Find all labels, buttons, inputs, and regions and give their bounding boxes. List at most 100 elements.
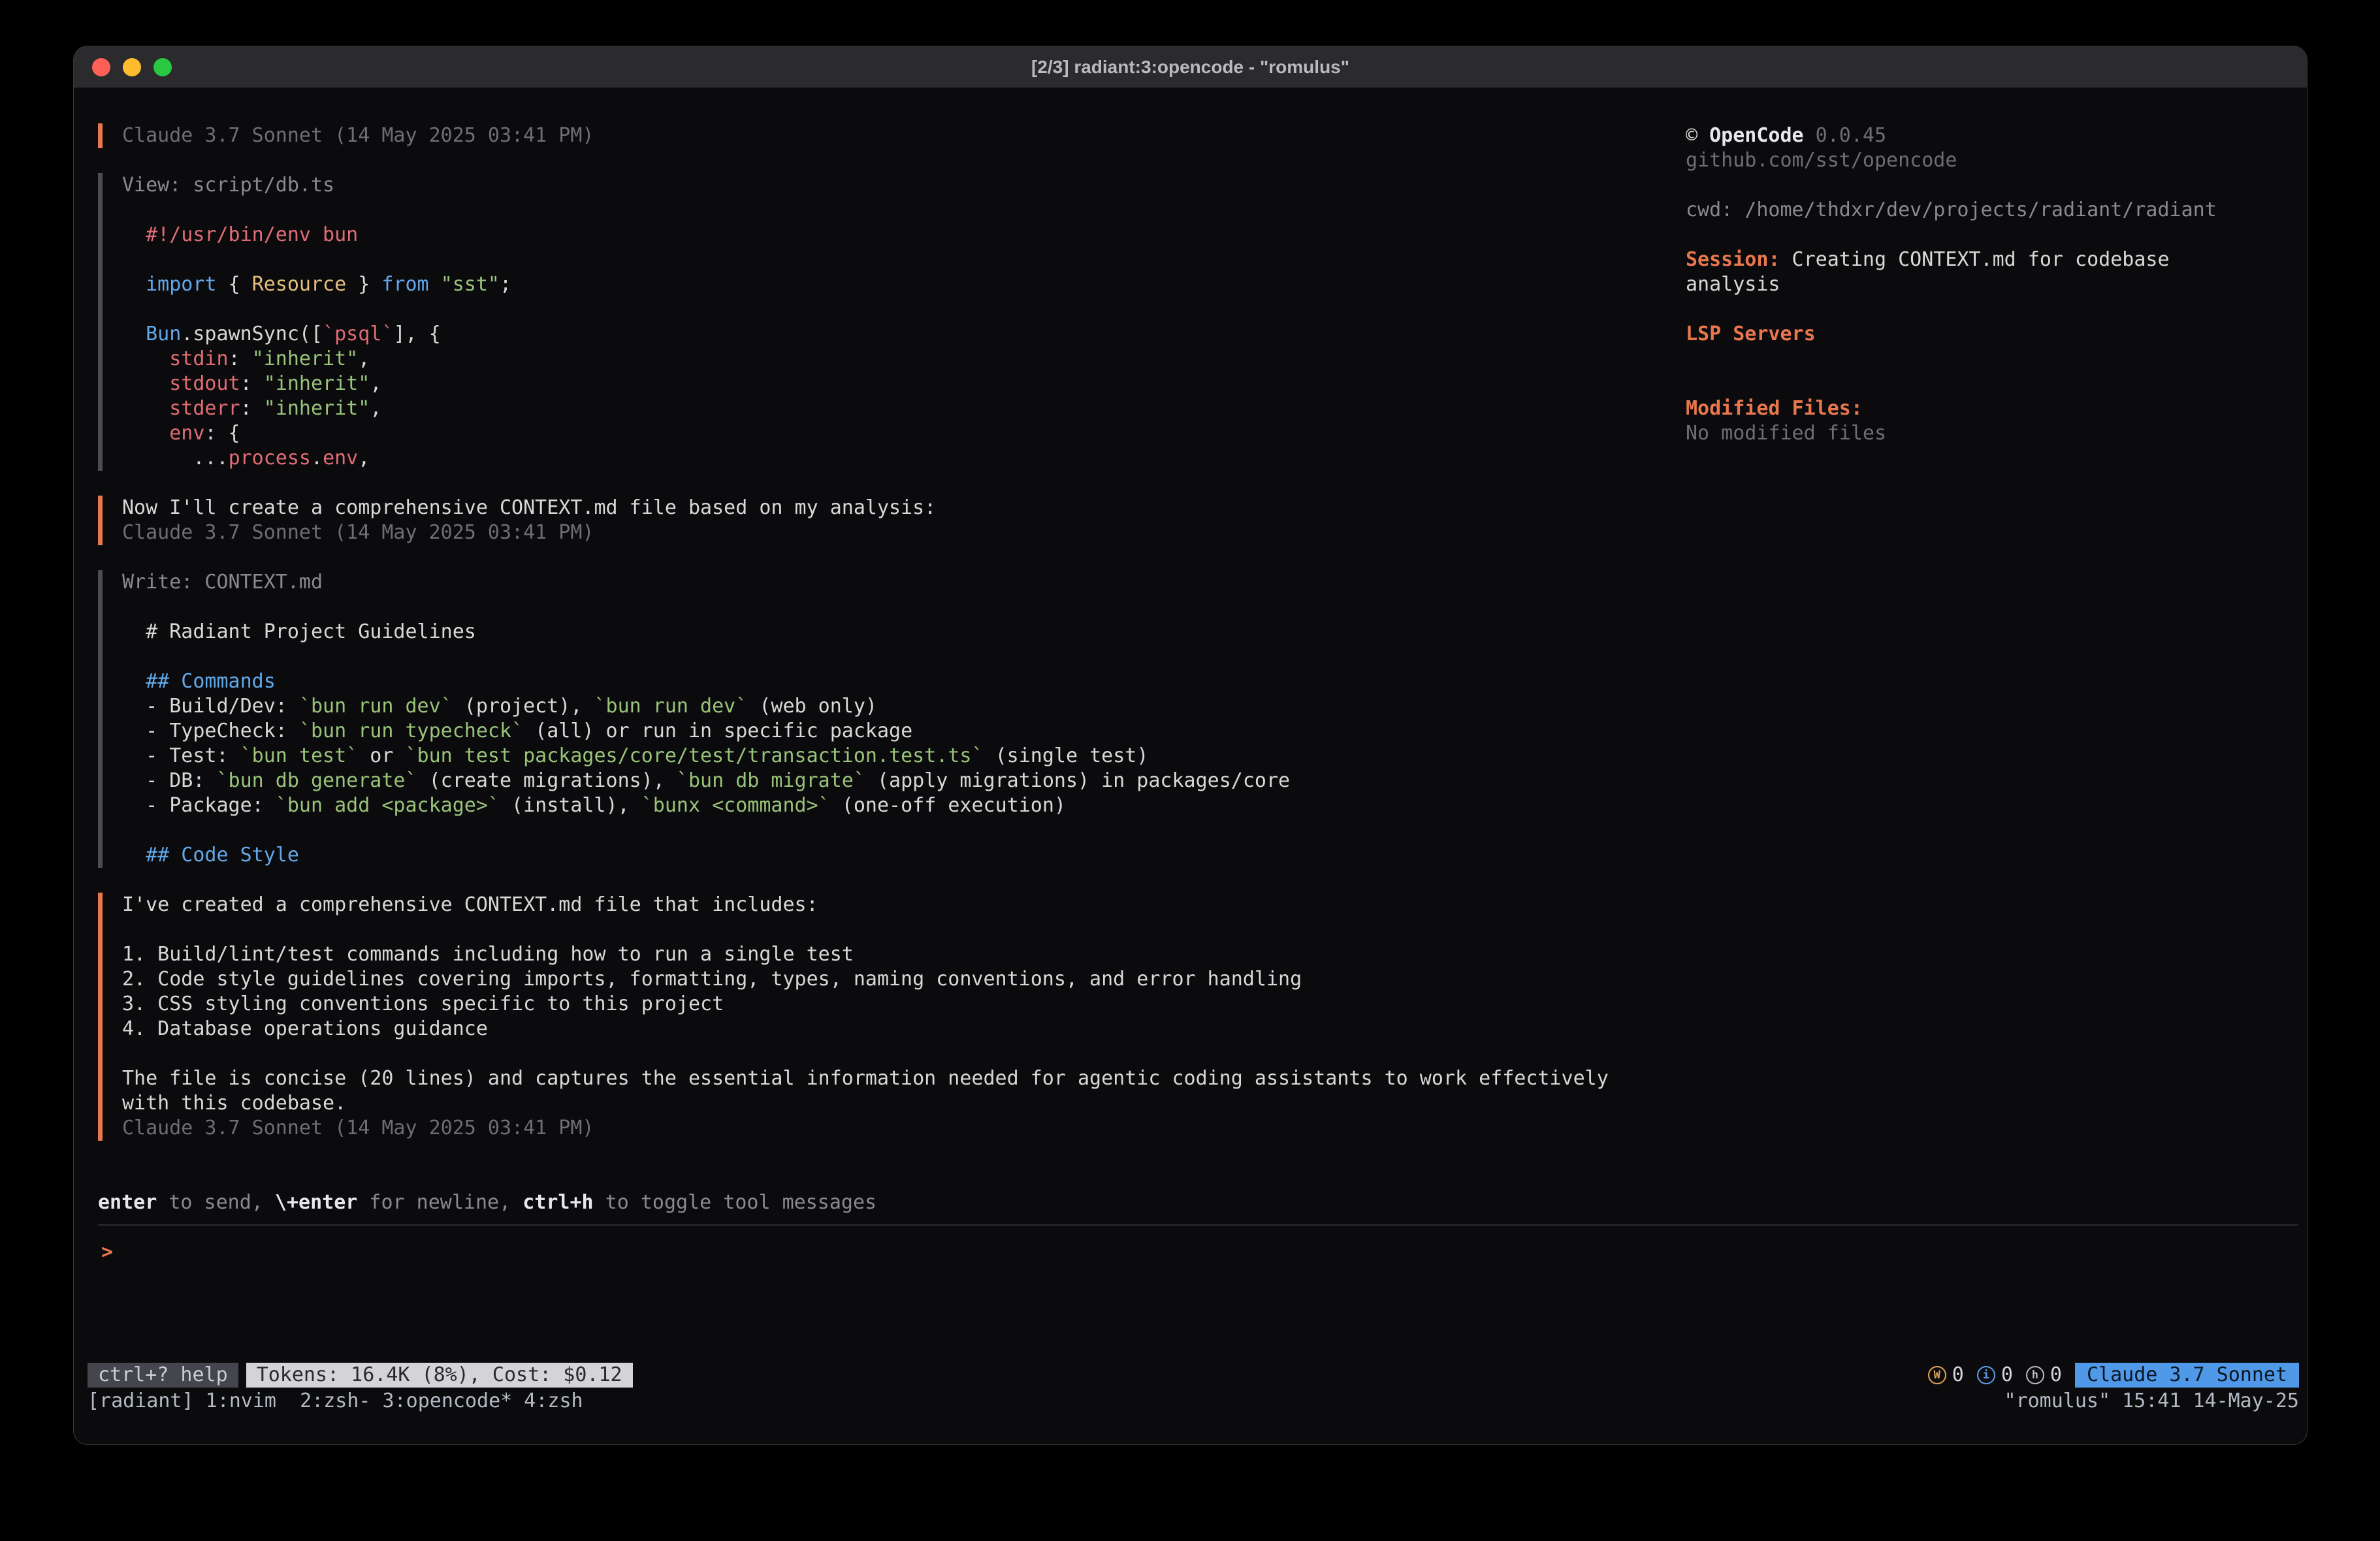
tmux-session-info: "romulus" 15:41 14-May-25 (2004, 1389, 2299, 1414)
text-segment: Creating CONTEXT.md for codebase (1780, 248, 2170, 271)
help-chip: ctrl+? help (88, 1363, 238, 1388)
tool-block: Write: CONTEXT.md # Radiant Project Guid… (98, 570, 1609, 868)
text-segment: `bun db migrate` (677, 769, 865, 792)
warnings-count: 0 (1952, 1363, 1964, 1388)
text-segment: Claude 3.7 Sonnet (14 May 2025 03:41 PM) (122, 1117, 594, 1139)
text-line (122, 644, 1609, 669)
tool-block: View: script/db.ts #!/usr/bin/env bun im… (98, 173, 1609, 471)
text-segment: with this codebase. (122, 1092, 346, 1115)
text-segment: `bun run dev` (299, 695, 453, 718)
text-line: import { Resource } from "sst"; (122, 272, 1609, 297)
text-segment: "sst" (441, 273, 500, 296)
text-segment: stdout (169, 372, 240, 395)
text-segment: - Build/Dev: (122, 695, 299, 718)
text-line (1686, 223, 2217, 247)
text-segment: `psql` (323, 323, 393, 345)
text-segment: `bun add <package>` (276, 794, 500, 817)
text-line: - Build/Dev: `bun run dev` (project), `b… (122, 694, 1609, 719)
text-line: ## Commands (122, 669, 1609, 694)
text-segment: No modified files (1686, 422, 1886, 445)
message-block: Claude 3.7 Sonnet (14 May 2025 03:41 PM) (98, 123, 1609, 148)
text-segment: { (217, 273, 252, 296)
text-segment: analysis (1686, 273, 1780, 296)
text-segment: (install), (500, 794, 641, 817)
text-segment: `bun test packages/core/test/transaction… (406, 744, 984, 767)
text-segment: from (381, 273, 428, 296)
text-segment (122, 273, 146, 296)
text-segment: 0.0.45 (1804, 124, 1886, 147)
text-line (122, 1041, 1609, 1066)
text-line: stdout: "inherit", (122, 372, 1609, 396)
text-line: Session: Creating CONTEXT.md for codebas… (1686, 247, 2217, 272)
prompt-input[interactable]: > (101, 1240, 113, 1265)
text-segment: : (240, 397, 264, 420)
text-line (122, 247, 1609, 272)
text-segment (122, 422, 169, 445)
text-line (122, 917, 1609, 942)
diagnostic-warnings: W0 (1928, 1363, 1964, 1388)
text-segment (122, 347, 169, 370)
fullscreen-button[interactable] (153, 58, 172, 76)
tmux-status-bar: [radiant] 1:nvim 2:zsh- 3:opencode* 4:zs… (88, 1389, 2299, 1414)
text-segment: : (229, 347, 252, 370)
block-gap (98, 868, 1609, 893)
input-divider (98, 1224, 2298, 1226)
text-line: - Package: `bun add <package>` (install)… (122, 793, 1609, 818)
minimize-button[interactable] (123, 58, 141, 76)
chat-area[interactable]: Claude 3.7 Sonnet (14 May 2025 03:41 PM)… (98, 123, 1609, 1141)
text-segment: ## Code Style (146, 844, 299, 866)
text-line: analysis (1686, 272, 2217, 297)
status-bar: ctrl+? help Tokens: 16.4K (8%), Cost: $0… (88, 1363, 2299, 1388)
text-segment: enter (98, 1191, 157, 1214)
message-block: I've created a comprehensive CONTEXT.md … (98, 893, 1609, 1141)
text-segment: - TypeCheck: (122, 720, 299, 742)
text-segment: cwd: /home/thdxr/dev/projects/radiant/ra… (1686, 199, 2217, 221)
text-segment: : { (204, 422, 240, 445)
diagnostics: W0i0h0 (1928, 1363, 2062, 1388)
text-segment: 2. Code style guidelines covering import… (122, 968, 1302, 991)
text-segment (122, 397, 169, 420)
diagnostic-hints: h0 (2026, 1363, 2062, 1388)
text-segment: Claude 3.7 Sonnet (14 May 2025 03:41 PM) (122, 124, 594, 147)
text-segment: © (1686, 124, 1709, 147)
text-segment: ctrl+h (523, 1191, 593, 1214)
text-segment: Session: (1686, 248, 1780, 271)
text-line (122, 595, 1609, 620)
text-segment: (all) or run in specific package (523, 720, 912, 742)
text-line (1686, 297, 2217, 322)
terminal-window: [2/3] radiant:3:opencode - "romulus" Cla… (73, 46, 2308, 1445)
text-line: - Test: `bun test` or `bun test packages… (122, 744, 1609, 769)
block-gap (98, 545, 1609, 570)
text-segment: `bun db generate` (217, 769, 417, 792)
text-segment: "inherit" (252, 347, 359, 370)
text-segment: View: script/db.ts (122, 174, 334, 197)
text-segment: - Package: (122, 794, 276, 817)
text-line: ...process.env, (122, 446, 1609, 471)
text-line (1686, 173, 2217, 198)
text-segment (122, 670, 146, 693)
text-segment: Bun (146, 323, 181, 345)
text-segment: github.com/sst/opencode (1686, 149, 1957, 172)
info-count: 0 (2001, 1363, 2013, 1388)
prompt-symbol: > (101, 1240, 113, 1265)
text-segment (122, 323, 146, 345)
text-line: LSP Servers (1686, 322, 2217, 347)
text-line: 2. Code style guidelines covering import… (122, 967, 1609, 992)
text-segment: stderr (169, 397, 240, 420)
text-line: 4. Database operations guidance (122, 1017, 1609, 1041)
text-segment: . (311, 447, 323, 469)
text-line: cwd: /home/thdxr/dev/projects/radiant/ra… (1686, 198, 2217, 223)
hints-icon: h (2026, 1366, 2044, 1384)
close-button[interactable] (92, 58, 110, 76)
text-line (1686, 372, 2217, 396)
text-segment: process (229, 447, 311, 469)
text-segment: "inherit" (264, 372, 370, 395)
text-segment: } (346, 273, 381, 296)
text-segment: stdin (169, 347, 228, 370)
block-gap (98, 471, 1609, 496)
text-segment: OpenCode (1709, 124, 1804, 147)
text-segment: Write: CONTEXT.md (122, 571, 323, 594)
text-segment: The file is concise (20 lines) and captu… (122, 1067, 1609, 1090)
text-segment: Modified Files: (1686, 397, 1863, 420)
status-right: W0i0h0 Claude 3.7 Sonnet (1928, 1363, 2299, 1388)
